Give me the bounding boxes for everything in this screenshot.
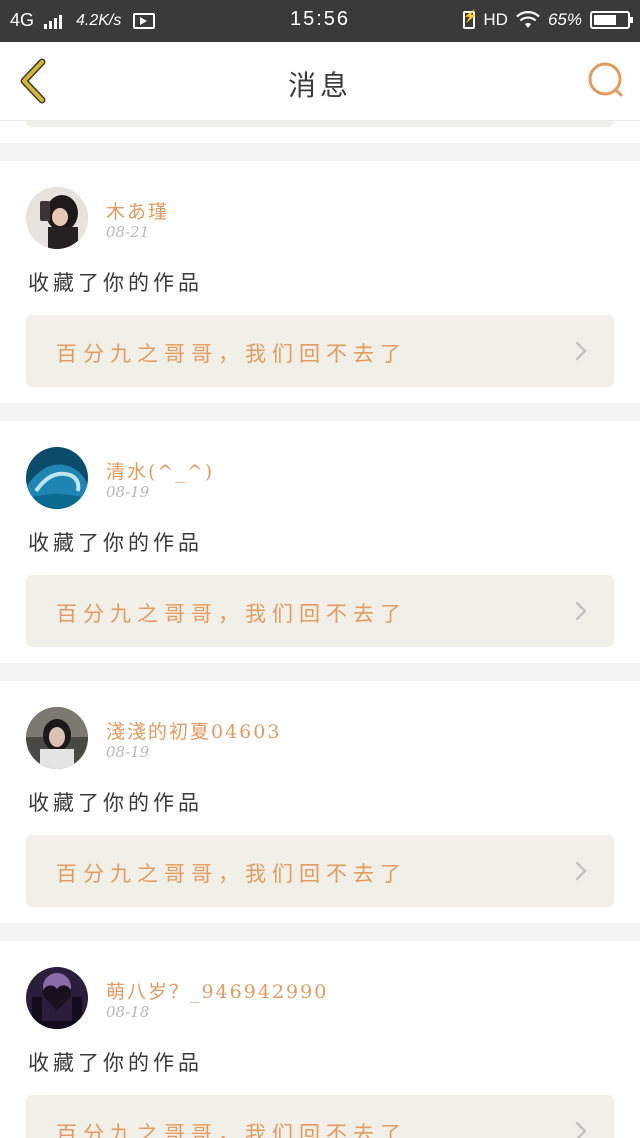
status-bar: 4G 4.2K/s 15:56 HD 65% (0, 0, 640, 42)
notification-action: 收藏了你的作品 (28, 531, 203, 555)
chevron-right-icon (575, 861, 587, 881)
work-link[interactable]: 百分九之哥哥，我们回不去了 (26, 315, 614, 387)
charging-icon (463, 9, 478, 29)
page-title: 消息 (287, 69, 352, 102)
status-right: HD 65% (463, 9, 633, 30)
hd-indicator: HD (483, 10, 508, 29)
notification-action: 收藏了你的作品 (28, 271, 203, 295)
header: 消息 (0, 42, 640, 121)
battery-percent: 65% (547, 10, 582, 29)
avatar[interactable] (26, 187, 88, 249)
work-title: 百分九之哥哥，我们回不去了 (56, 602, 407, 626)
avatar[interactable] (26, 707, 88, 769)
notification-date: 08-21 (106, 223, 150, 241)
work-link[interactable]: 百分九之哥哥，我们回不去了 (26, 1095, 614, 1138)
notification-card: 木あ瑾 08-21 收藏了你的作品 百分九之哥哥，我们回不去了 (0, 161, 640, 403)
battery-icon (590, 11, 633, 29)
chevron-right-icon (575, 341, 587, 361)
wifi-icon (516, 11, 540, 28)
notification-list[interactable]: 木あ瑾 08-21 收藏了你的作品 百分九之哥哥，我们回不去了 清水(^_^) … (0, 121, 640, 1138)
work-title: 百分九之哥哥，我们回不去了 (56, 342, 407, 366)
chevron-right-icon (575, 1121, 587, 1138)
notification-card: 清水(^_^) 08-19 收藏了你的作品 百分九之哥哥，我们回不去了 (0, 421, 640, 663)
username[interactable]: 木あ瑾 (106, 197, 169, 224)
notification-date: 08-19 (106, 743, 150, 761)
avatar[interactable] (26, 967, 88, 1029)
notification-date: 08-19 (106, 483, 150, 501)
notification-action: 收藏了你的作品 (28, 791, 203, 815)
notification-card: 萌八岁？_946942990 08-18 收藏了你的作品 百分九之哥哥，我们回不… (0, 941, 640, 1138)
work-link[interactable]: 百分九之哥哥，我们回不去了 (26, 835, 614, 907)
notification-action: 收藏了你的作品 (28, 1051, 203, 1075)
notification-card: 淺淺的初夏04603 08-19 收藏了你的作品 百分九之哥哥，我们回不去了 (0, 681, 640, 923)
search-button[interactable] (586, 60, 626, 100)
chevron-right-icon (575, 601, 587, 621)
username[interactable]: 淺淺的初夏04603 (106, 717, 281, 744)
username[interactable]: 萌八岁？_946942990 (106, 977, 328, 1004)
avatar[interactable] (26, 447, 88, 509)
notification-date: 08-18 (106, 1003, 150, 1021)
work-title: 百分九之哥哥，我们回不去了 (56, 862, 407, 886)
work-title: 百分九之哥哥，我们回不去了 (56, 1122, 407, 1138)
username[interactable]: 清水(^_^) (106, 457, 214, 484)
previous-card-tail (0, 121, 640, 143)
work-link[interactable]: 百分九之哥哥，我们回不去了 (26, 575, 614, 647)
